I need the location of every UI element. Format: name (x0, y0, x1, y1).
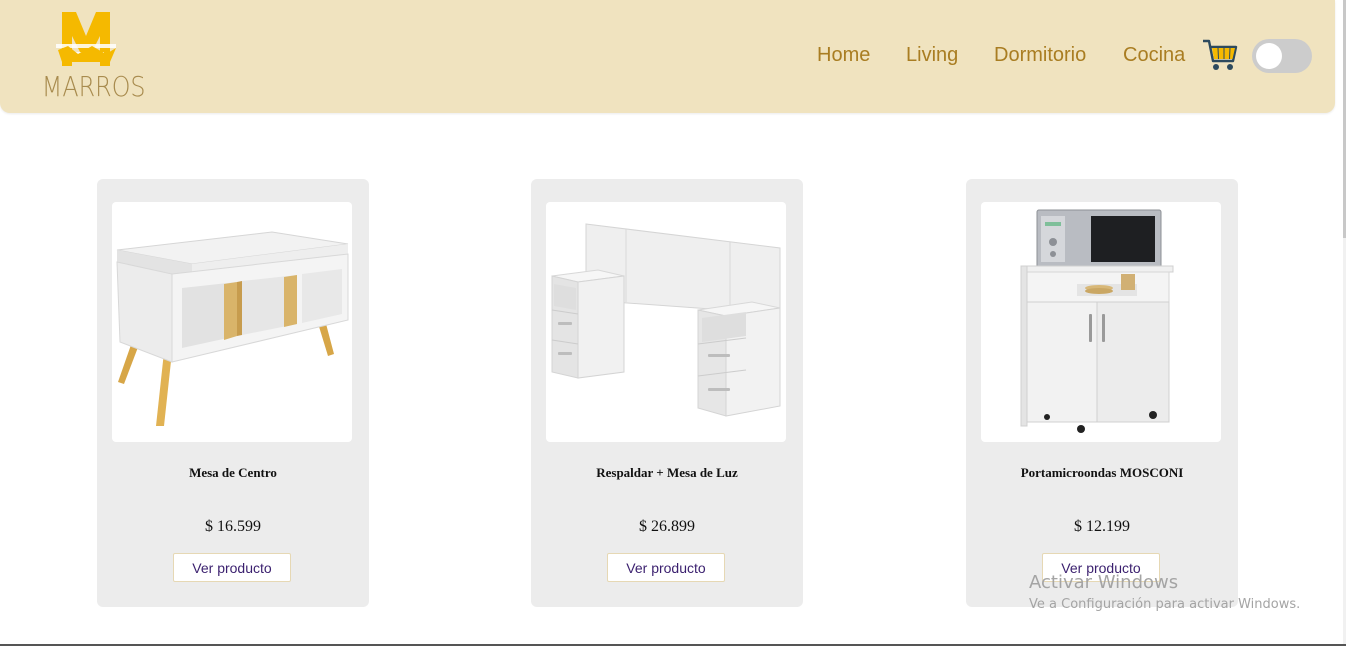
windows-activation-watermark: Activar Windows Ve a Configuración para … (1029, 572, 1300, 612)
nav-dormitorio[interactable]: Dormitorio (994, 44, 1086, 67)
toggle-knob (1256, 43, 1282, 69)
nav-home[interactable]: Home (817, 44, 870, 67)
product-price: $ 12.199 (1074, 518, 1130, 535)
nav-living[interactable]: Living (906, 44, 958, 67)
nav-cocina[interactable]: Cocina (1123, 44, 1185, 67)
cart-icon[interactable] (1201, 37, 1239, 73)
ver-producto-button[interactable]: Ver producto (173, 553, 291, 582)
brand-logo[interactable]: MARROS (34, 10, 146, 104)
product-image-mesa-de-centro[interactable] (112, 202, 352, 442)
product-title: Respaldar + Mesa de Luz (596, 465, 738, 480)
header-bar: MARROS Home Living Dormitorio Cocina (0, 0, 1335, 113)
product-title: Portamicroondas MOSCONI (1020, 465, 1184, 480)
logo-m-icon (56, 12, 116, 66)
product-card: Mesa de Centro $ 16.599 Ver producto (97, 179, 369, 607)
product-price: $ 16.599 (205, 518, 261, 535)
watermark-subtitle: Ve a Configuración para activar Windows. (1029, 597, 1301, 612)
product-card: Portamicroondas MOSCONI $ 12.199 Ver pro… (966, 179, 1238, 607)
watermark-title: Activar Windows (1029, 572, 1179, 593)
product-card: Respaldar + Mesa de Luz $ 26.899 Ver pro… (531, 179, 803, 607)
theme-toggle[interactable] (1252, 39, 1312, 73)
brand-name: MARROS (41, 70, 146, 103)
ver-producto-button[interactable]: Ver producto (607, 553, 725, 582)
product-image-portamicroondas-mosconi[interactable] (981, 202, 1221, 442)
product-image-respaldar-mesa-de-luz[interactable] (546, 202, 786, 442)
product-price: $ 26.899 (639, 518, 695, 535)
product-title: Mesa de Centro (189, 465, 277, 480)
